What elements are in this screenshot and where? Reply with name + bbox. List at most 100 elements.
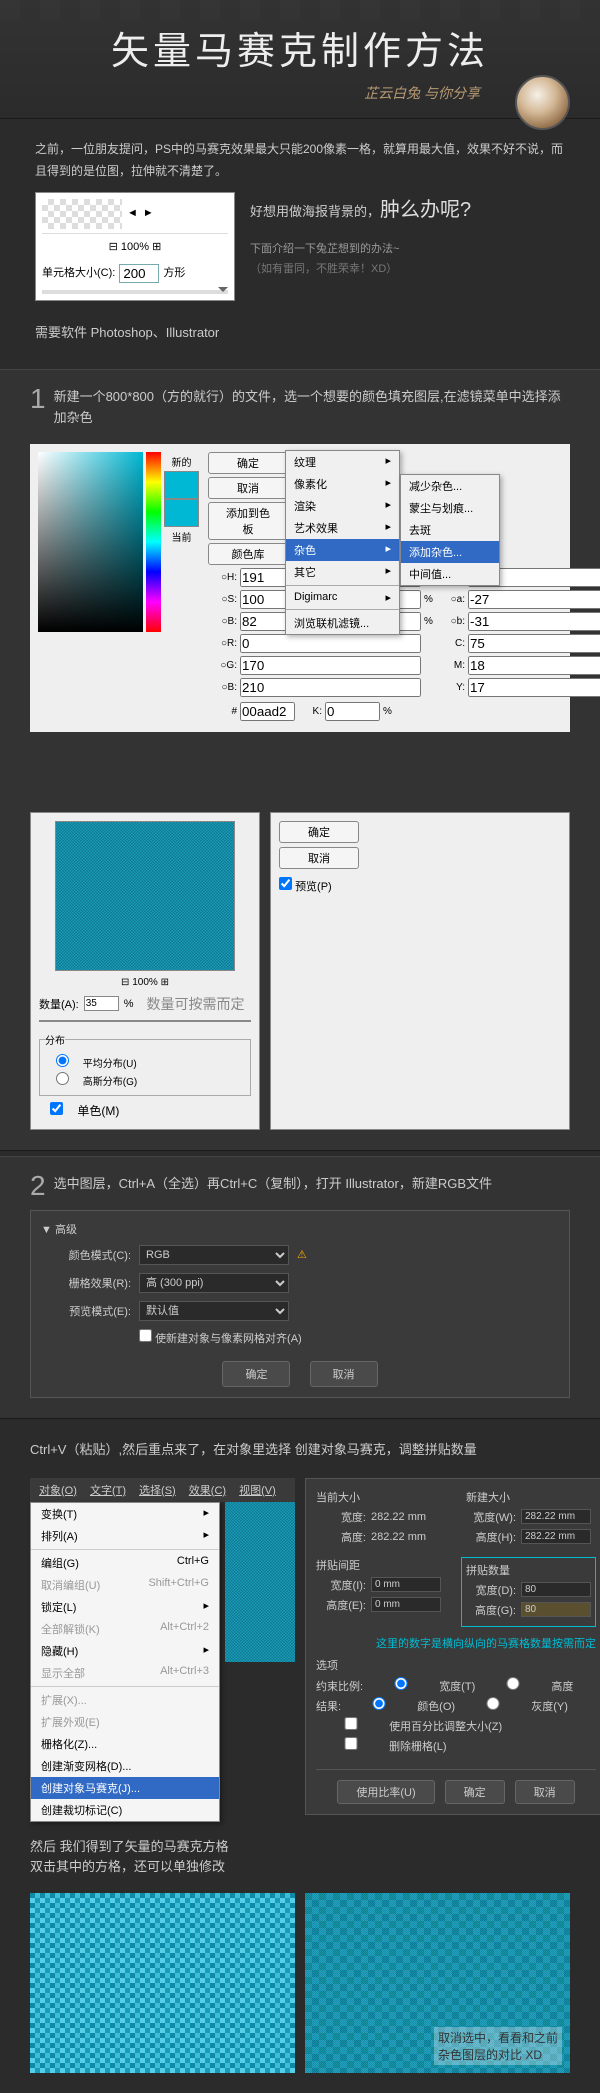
a-field[interactable] [468, 590, 600, 609]
submenu-item-addnoise[interactable]: 添加杂色... [401, 541, 499, 563]
menu-item[interactable]: 艺术效果▸ [286, 517, 399, 539]
menu-item[interactable]: 显示全部Alt+Ctrl+3 [31, 1662, 219, 1684]
menu-item[interactable]: 像素化▸ [286, 473, 399, 495]
menu-item[interactable]: 创建渐变网格(D)... [31, 1755, 219, 1777]
new-w-input[interactable] [521, 1509, 591, 1524]
swatch-new-label: 新的 [164, 454, 199, 469]
menu-item[interactable]: 创建裁切标记(C) [31, 1799, 219, 1821]
menubar-item[interactable]: 文字(T) [85, 1485, 131, 1497]
menubar-item[interactable]: 效果(C) [184, 1485, 231, 1497]
submenu-item[interactable]: 蒙尘与划痕... [401, 497, 499, 519]
arrow-right-icon[interactable]: ► [143, 204, 154, 224]
count-h-input[interactable] [521, 1602, 591, 1617]
menubar-item[interactable]: 对象(O) [34, 1485, 82, 1497]
cancel-button[interactable]: 取消 [515, 1780, 575, 1804]
checker-preview [42, 199, 122, 229]
w-label: 宽度: [316, 1509, 366, 1525]
ok-button[interactable]: 确定 [445, 1780, 505, 1804]
dist-gaussian[interactable]: 高斯分布(G) [45, 1072, 245, 1088]
hex-field[interactable] [240, 702, 295, 721]
menu-item[interactable]: 扩展外观(E) [31, 1711, 219, 1733]
preview-checkbox[interactable]: 预览(P) [279, 877, 561, 894]
y-field[interactable] [468, 678, 600, 697]
pct-checkbox[interactable]: 使用百分比调整大小(Z) [316, 1721, 502, 1733]
menu-item[interactable]: 排列(A)▸ [31, 1525, 219, 1547]
color-gradient-area[interactable] [38, 452, 143, 632]
menu-item[interactable]: 取消编组(U)Shift+Ctrl+G [31, 1574, 219, 1596]
minus-icon[interactable]: ⊟ [109, 241, 118, 253]
menu-item-create-mosaic[interactable]: 创建对象马赛克(J)... [31, 1777, 219, 1799]
use-ratio-button[interactable]: 使用比率(U) [337, 1780, 434, 1804]
bval-field[interactable] [240, 678, 421, 697]
menu-item[interactable]: 隐藏(H)▸ [31, 1640, 219, 1662]
m-field[interactable] [468, 656, 600, 675]
menu-item[interactable]: Digimarc▸ [286, 588, 399, 607]
submenu-item[interactable]: 减少杂色... [401, 475, 499, 497]
ratio-w-radio[interactable]: 宽度(T) [366, 1681, 475, 1693]
menu-item-noise[interactable]: 杂色▸ [286, 539, 399, 561]
ok-button[interactable]: 确定 [208, 452, 288, 474]
hue-slider[interactable] [146, 452, 161, 632]
menubar-item[interactable]: 视图(V) [234, 1485, 281, 1497]
menu-item[interactable]: 其它▸ [286, 561, 399, 583]
count-w-input[interactable] [521, 1582, 591, 1597]
g-field[interactable] [240, 656, 421, 675]
menu-item[interactable]: 渲染▸ [286, 495, 399, 517]
menu-item[interactable]: 变换(T)▸ [31, 1503, 219, 1525]
delete-raster-checkbox[interactable]: 删除栅格(L) [316, 1741, 447, 1753]
k-field[interactable] [325, 702, 380, 721]
h-label: 高度(H): [466, 1529, 516, 1545]
ok-button[interactable]: 确定 [279, 821, 359, 843]
ch-label: 高度(G): [466, 1602, 516, 1618]
pixel-align-checkbox[interactable]: 使新建对象与像素网格对齐(A) [139, 1329, 559, 1346]
cell-size-input[interactable] [119, 264, 159, 283]
menu-item[interactable]: 栅格化(Z)... [31, 1733, 219, 1755]
preview-select[interactable]: 默认值 [139, 1301, 289, 1321]
cancel-button[interactable]: 取消 [279, 847, 359, 869]
dist-uniform[interactable]: 平均分布(U) [45, 1054, 245, 1070]
add-swatch-button[interactable]: 添加到色板 [208, 502, 288, 540]
menu-item[interactable]: 纹理▸ [286, 451, 399, 473]
color-lib-button[interactable]: 颜色库 [208, 543, 288, 565]
ratio-h-radio[interactable]: 高度 [478, 1681, 573, 1693]
new-h-input[interactable] [521, 1529, 591, 1544]
raster-select[interactable]: 高 (300 ppi) [139, 1273, 289, 1293]
slider-thumb-icon[interactable] [218, 287, 228, 297]
advanced-toggle[interactable]: ▼ 高级 [41, 1221, 559, 1237]
menu-item[interactable]: 锁定(L)▸ [31, 1596, 219, 1618]
ratio-label: 约束比例: [316, 1681, 363, 1693]
step-text: 新建一个800*800（方的就行）的文件，选一个想要的颜色填充图层,在滤镜菜单中… [30, 385, 570, 429]
cancel-button[interactable]: 取消 [208, 477, 288, 499]
plus-icon[interactable]: ⊞ [152, 241, 161, 253]
amount-input[interactable] [84, 996, 119, 1011]
menu-item[interactable]: 扩展(X)... [31, 1689, 219, 1711]
step-1: 1 新建一个800*800（方的就行）的文件，选一个想要的颜色填充图层,在滤镜菜… [0, 369, 600, 1151]
mono-checkbox[interactable]: 单色(M) [39, 1102, 251, 1119]
colormode-select[interactable]: RGB [139, 1245, 289, 1265]
plus-icon[interactable]: ⊞ [161, 977, 169, 988]
b-field[interactable] [468, 612, 600, 631]
r-field[interactable] [240, 634, 421, 653]
arrow-left-icon[interactable]: ◄ [127, 204, 138, 224]
menu-item[interactable]: 全部解锁(K)Alt+Ctrl+2 [31, 1618, 219, 1640]
amount-unit: % [124, 998, 134, 1010]
ok-button[interactable]: 确定 [222, 1361, 290, 1387]
result-color-radio[interactable]: 颜色(O) [344, 1701, 455, 1713]
submenu-item[interactable]: 去斑 [401, 519, 499, 541]
result-gray-radio[interactable]: 灰度(Y) [458, 1701, 568, 1713]
minus-icon[interactable]: ⊟ [121, 977, 129, 988]
filter-menu: 纹理▸ 像素化▸ 渲染▸ 艺术效果▸ 杂色▸ 其它▸ Digimarc▸ 浏览联… [285, 450, 400, 635]
menu-item[interactable]: 浏览联机滤镜... [286, 612, 399, 634]
amount-slider[interactable] [39, 1020, 251, 1022]
distribution-group: 分布 平均分布(U) 高斯分布(G) [39, 1032, 251, 1096]
gap-w-input[interactable] [371, 1577, 441, 1592]
submenu-item[interactable]: 中间值... [401, 563, 499, 585]
c-field[interactable] [468, 634, 600, 653]
menubar-item[interactable]: 选择(S) [134, 1485, 181, 1497]
q1-a: 好想用做海报背景的， [250, 204, 380, 219]
cancel-button[interactable]: 取消 [310, 1361, 378, 1387]
object-menu-dropdown: 变换(T)▸ 排列(A)▸ 编组(G)Ctrl+G 取消编组(U)Shift+C… [30, 1502, 220, 1822]
gap-h-input[interactable] [371, 1597, 441, 1612]
menu-item[interactable]: 编组(G)Ctrl+G [31, 1552, 219, 1574]
step-2: 2 选中图层，Ctrl+A（全选）再Ctrl+C（复制），打开 Illustra… [0, 1156, 600, 1419]
